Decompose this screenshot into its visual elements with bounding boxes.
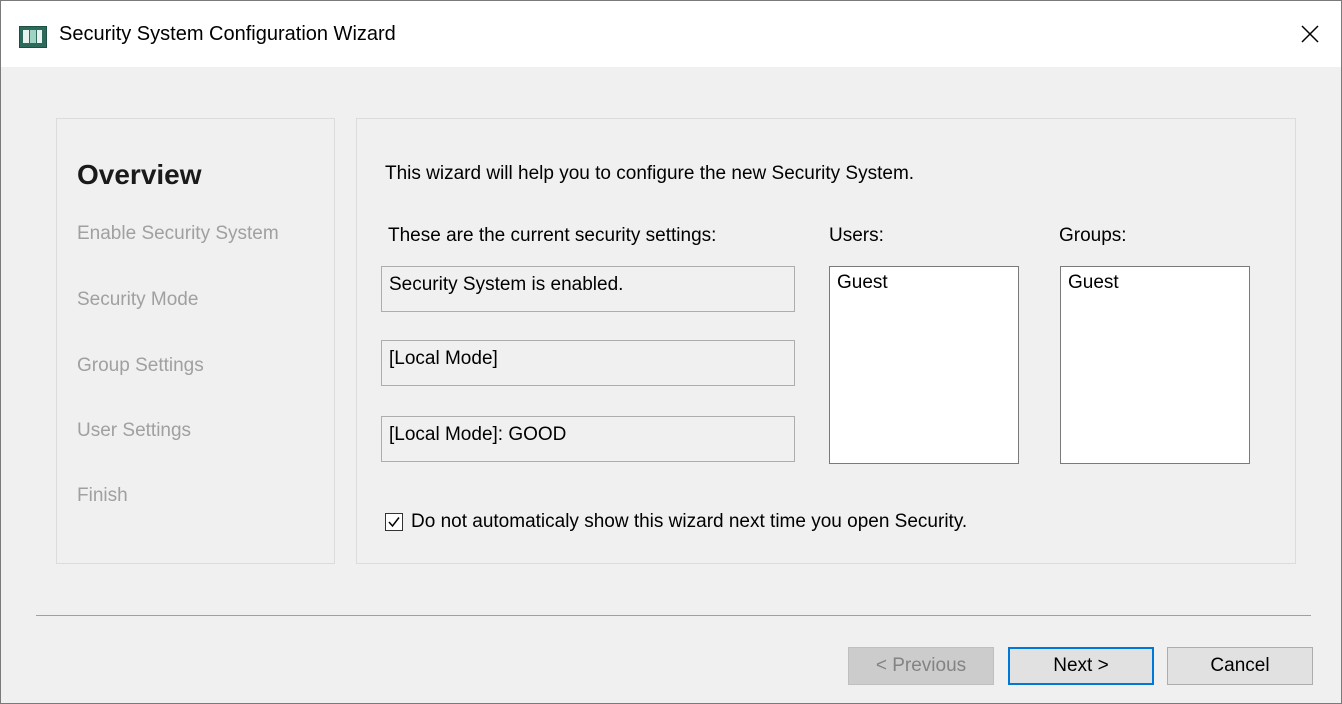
users-listbox[interactable]: Guest	[829, 266, 1019, 464]
wizard-window: Security System Configuration Wizard Ove…	[0, 0, 1342, 704]
intro-text: This wizard will help you to configure t…	[385, 163, 915, 184]
step-enable-security-system: Enable Security System	[77, 223, 279, 244]
users-label: Users:	[829, 225, 884, 246]
current-settings-label: These are the current security settings:	[388, 225, 717, 246]
status-box-state: [Local Mode]: GOOD	[381, 416, 795, 462]
cancel-button[interactable]: Cancel	[1167, 647, 1313, 685]
close-icon	[1301, 25, 1319, 43]
step-finish: Finish	[77, 485, 128, 506]
groups-listbox[interactable]: Guest	[1060, 266, 1250, 464]
step-group-settings: Group Settings	[77, 355, 204, 376]
close-button[interactable]	[1279, 1, 1341, 67]
next-button[interactable]: Next >	[1008, 647, 1154, 685]
title-bar: Security System Configuration Wizard	[1, 1, 1341, 67]
list-item[interactable]: Guest	[1068, 272, 1249, 294]
groups-label: Groups:	[1059, 225, 1127, 246]
steps-panel: Overview Enable Security System Security…	[56, 118, 335, 564]
main-panel: This wizard will help you to configure t…	[356, 118, 1296, 564]
dont-show-again-label: Do not automaticaly show this wizard nex…	[411, 511, 968, 532]
previous-button[interactable]: < Previous	[848, 647, 994, 685]
current-step-title: Overview	[77, 159, 202, 190]
footer-separator	[36, 615, 1311, 616]
step-security-mode: Security Mode	[77, 289, 199, 310]
status-box-enabled: Security System is enabled.	[381, 266, 795, 312]
list-item[interactable]: Guest	[837, 272, 1018, 294]
status-box-mode: [Local Mode]	[381, 340, 795, 386]
window-title: Security System Configuration Wizard	[59, 23, 396, 45]
step-user-settings: User Settings	[77, 420, 192, 441]
dont-show-again-checkbox[interactable]	[385, 513, 403, 531]
app-icon	[19, 26, 47, 48]
checkmark-icon	[388, 517, 400, 528]
dont-show-again-option[interactable]: Do not automaticaly show this wizard nex…	[385, 511, 967, 533]
